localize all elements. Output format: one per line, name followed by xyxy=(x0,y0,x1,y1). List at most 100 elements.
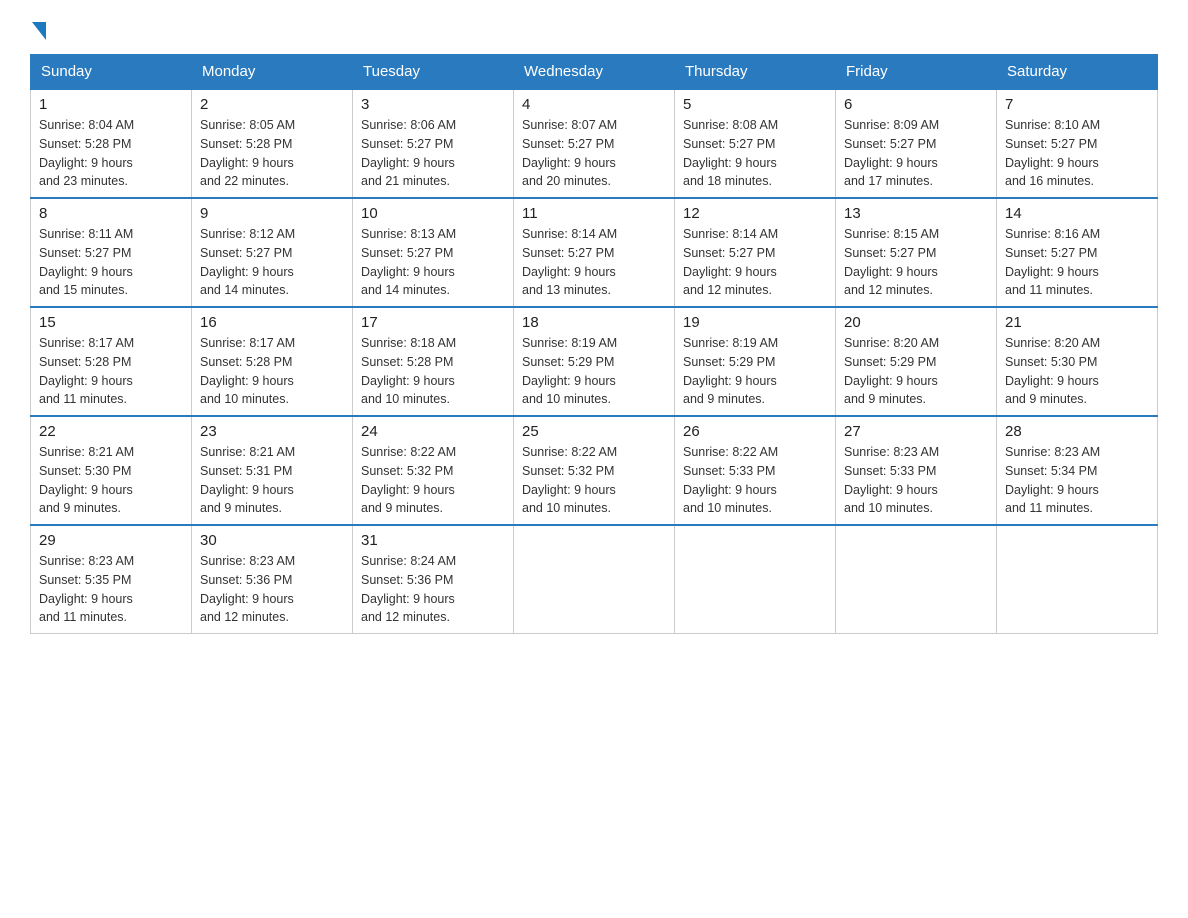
calendar-cell: 31 Sunrise: 8:24 AM Sunset: 5:36 PM Dayl… xyxy=(353,525,514,634)
day-number: 3 xyxy=(361,96,505,113)
day-number: 25 xyxy=(522,423,666,440)
day-info: Sunrise: 8:23 AM Sunset: 5:35 PM Dayligh… xyxy=(39,552,183,627)
calendar-cell: 19 Sunrise: 8:19 AM Sunset: 5:29 PM Dayl… xyxy=(675,307,836,416)
day-info: Sunrise: 8:21 AM Sunset: 5:31 PM Dayligh… xyxy=(200,443,344,518)
col-header-saturday: Saturday xyxy=(997,55,1158,90)
day-number: 13 xyxy=(844,205,988,222)
day-number: 5 xyxy=(683,96,827,113)
week-row-3: 15 Sunrise: 8:17 AM Sunset: 5:28 PM Dayl… xyxy=(31,307,1158,416)
calendar-cell xyxy=(997,525,1158,634)
day-number: 19 xyxy=(683,314,827,331)
day-number: 7 xyxy=(1005,96,1149,113)
week-row-4: 22 Sunrise: 8:21 AM Sunset: 5:30 PM Dayl… xyxy=(31,416,1158,525)
day-info: Sunrise: 8:23 AM Sunset: 5:34 PM Dayligh… xyxy=(1005,443,1149,518)
calendar-cell: 13 Sunrise: 8:15 AM Sunset: 5:27 PM Dayl… xyxy=(836,198,997,307)
calendar-cell: 20 Sunrise: 8:20 AM Sunset: 5:29 PM Dayl… xyxy=(836,307,997,416)
logo-triangle-icon xyxy=(32,22,46,40)
calendar-cell: 10 Sunrise: 8:13 AM Sunset: 5:27 PM Dayl… xyxy=(353,198,514,307)
calendar-header-row: SundayMondayTuesdayWednesdayThursdayFrid… xyxy=(31,55,1158,90)
col-header-friday: Friday xyxy=(836,55,997,90)
day-info: Sunrise: 8:11 AM Sunset: 5:27 PM Dayligh… xyxy=(39,225,183,300)
calendar-cell: 14 Sunrise: 8:16 AM Sunset: 5:27 PM Dayl… xyxy=(997,198,1158,307)
week-row-2: 8 Sunrise: 8:11 AM Sunset: 5:27 PM Dayli… xyxy=(31,198,1158,307)
day-number: 10 xyxy=(361,205,505,222)
day-number: 27 xyxy=(844,423,988,440)
day-info: Sunrise: 8:23 AM Sunset: 5:33 PM Dayligh… xyxy=(844,443,988,518)
day-info: Sunrise: 8:15 AM Sunset: 5:27 PM Dayligh… xyxy=(844,225,988,300)
day-info: Sunrise: 8:12 AM Sunset: 5:27 PM Dayligh… xyxy=(200,225,344,300)
calendar-cell: 15 Sunrise: 8:17 AM Sunset: 5:28 PM Dayl… xyxy=(31,307,192,416)
day-info: Sunrise: 8:16 AM Sunset: 5:27 PM Dayligh… xyxy=(1005,225,1149,300)
logo-text xyxy=(30,20,48,38)
calendar-cell xyxy=(836,525,997,634)
col-header-sunday: Sunday xyxy=(31,55,192,90)
day-info: Sunrise: 8:04 AM Sunset: 5:28 PM Dayligh… xyxy=(39,116,183,191)
day-number: 8 xyxy=(39,205,183,222)
calendar-cell: 2 Sunrise: 8:05 AM Sunset: 5:28 PM Dayli… xyxy=(192,89,353,198)
day-number: 16 xyxy=(200,314,344,331)
day-number: 23 xyxy=(200,423,344,440)
calendar-cell: 3 Sunrise: 8:06 AM Sunset: 5:27 PM Dayli… xyxy=(353,89,514,198)
day-number: 24 xyxy=(361,423,505,440)
day-info: Sunrise: 8:24 AM Sunset: 5:36 PM Dayligh… xyxy=(361,552,505,627)
day-info: Sunrise: 8:07 AM Sunset: 5:27 PM Dayligh… xyxy=(522,116,666,191)
day-info: Sunrise: 8:22 AM Sunset: 5:33 PM Dayligh… xyxy=(683,443,827,518)
day-number: 12 xyxy=(683,205,827,222)
page-header xyxy=(30,20,1158,34)
week-row-1: 1 Sunrise: 8:04 AM Sunset: 5:28 PM Dayli… xyxy=(31,89,1158,198)
calendar-cell: 22 Sunrise: 8:21 AM Sunset: 5:30 PM Dayl… xyxy=(31,416,192,525)
day-number: 21 xyxy=(1005,314,1149,331)
calendar-cell xyxy=(675,525,836,634)
calendar-cell: 5 Sunrise: 8:08 AM Sunset: 5:27 PM Dayli… xyxy=(675,89,836,198)
day-number: 4 xyxy=(522,96,666,113)
day-info: Sunrise: 8:06 AM Sunset: 5:27 PM Dayligh… xyxy=(361,116,505,191)
calendar-cell: 24 Sunrise: 8:22 AM Sunset: 5:32 PM Dayl… xyxy=(353,416,514,525)
calendar-cell: 26 Sunrise: 8:22 AM Sunset: 5:33 PM Dayl… xyxy=(675,416,836,525)
day-info: Sunrise: 8:14 AM Sunset: 5:27 PM Dayligh… xyxy=(522,225,666,300)
day-number: 22 xyxy=(39,423,183,440)
day-number: 18 xyxy=(522,314,666,331)
day-number: 9 xyxy=(200,205,344,222)
calendar-cell: 6 Sunrise: 8:09 AM Sunset: 5:27 PM Dayli… xyxy=(836,89,997,198)
day-info: Sunrise: 8:08 AM Sunset: 5:27 PM Dayligh… xyxy=(683,116,827,191)
calendar-cell: 8 Sunrise: 8:11 AM Sunset: 5:27 PM Dayli… xyxy=(31,198,192,307)
calendar-cell: 11 Sunrise: 8:14 AM Sunset: 5:27 PM Dayl… xyxy=(514,198,675,307)
day-info: Sunrise: 8:09 AM Sunset: 5:27 PM Dayligh… xyxy=(844,116,988,191)
calendar-cell: 29 Sunrise: 8:23 AM Sunset: 5:35 PM Dayl… xyxy=(31,525,192,634)
day-number: 14 xyxy=(1005,205,1149,222)
calendar-cell: 4 Sunrise: 8:07 AM Sunset: 5:27 PM Dayli… xyxy=(514,89,675,198)
calendar-cell: 18 Sunrise: 8:19 AM Sunset: 5:29 PM Dayl… xyxy=(514,307,675,416)
calendar-cell: 28 Sunrise: 8:23 AM Sunset: 5:34 PM Dayl… xyxy=(997,416,1158,525)
col-header-monday: Monday xyxy=(192,55,353,90)
day-number: 1 xyxy=(39,96,183,113)
day-info: Sunrise: 8:22 AM Sunset: 5:32 PM Dayligh… xyxy=(361,443,505,518)
day-info: Sunrise: 8:05 AM Sunset: 5:28 PM Dayligh… xyxy=(200,116,344,191)
calendar-cell: 21 Sunrise: 8:20 AM Sunset: 5:30 PM Dayl… xyxy=(997,307,1158,416)
calendar-cell: 12 Sunrise: 8:14 AM Sunset: 5:27 PM Dayl… xyxy=(675,198,836,307)
day-number: 31 xyxy=(361,532,505,549)
day-info: Sunrise: 8:22 AM Sunset: 5:32 PM Dayligh… xyxy=(522,443,666,518)
calendar-cell: 9 Sunrise: 8:12 AM Sunset: 5:27 PM Dayli… xyxy=(192,198,353,307)
day-info: Sunrise: 8:10 AM Sunset: 5:27 PM Dayligh… xyxy=(1005,116,1149,191)
col-header-wednesday: Wednesday xyxy=(514,55,675,90)
day-number: 17 xyxy=(361,314,505,331)
day-info: Sunrise: 8:19 AM Sunset: 5:29 PM Dayligh… xyxy=(683,334,827,409)
calendar-table: SundayMondayTuesdayWednesdayThursdayFrid… xyxy=(30,54,1158,634)
col-header-tuesday: Tuesday xyxy=(353,55,514,90)
calendar-cell: 16 Sunrise: 8:17 AM Sunset: 5:28 PM Dayl… xyxy=(192,307,353,416)
day-number: 11 xyxy=(522,205,666,222)
day-number: 30 xyxy=(200,532,344,549)
calendar-cell: 30 Sunrise: 8:23 AM Sunset: 5:36 PM Dayl… xyxy=(192,525,353,634)
day-number: 2 xyxy=(200,96,344,113)
calendar-cell: 25 Sunrise: 8:22 AM Sunset: 5:32 PM Dayl… xyxy=(514,416,675,525)
day-info: Sunrise: 8:14 AM Sunset: 5:27 PM Dayligh… xyxy=(683,225,827,300)
calendar-cell: 27 Sunrise: 8:23 AM Sunset: 5:33 PM Dayl… xyxy=(836,416,997,525)
calendar-cell: 17 Sunrise: 8:18 AM Sunset: 5:28 PM Dayl… xyxy=(353,307,514,416)
calendar-cell: 7 Sunrise: 8:10 AM Sunset: 5:27 PM Dayli… xyxy=(997,89,1158,198)
day-info: Sunrise: 8:20 AM Sunset: 5:29 PM Dayligh… xyxy=(844,334,988,409)
day-info: Sunrise: 8:18 AM Sunset: 5:28 PM Dayligh… xyxy=(361,334,505,409)
col-header-thursday: Thursday xyxy=(675,55,836,90)
calendar-cell: 1 Sunrise: 8:04 AM Sunset: 5:28 PM Dayli… xyxy=(31,89,192,198)
day-info: Sunrise: 8:20 AM Sunset: 5:30 PM Dayligh… xyxy=(1005,334,1149,409)
logo xyxy=(30,20,48,34)
